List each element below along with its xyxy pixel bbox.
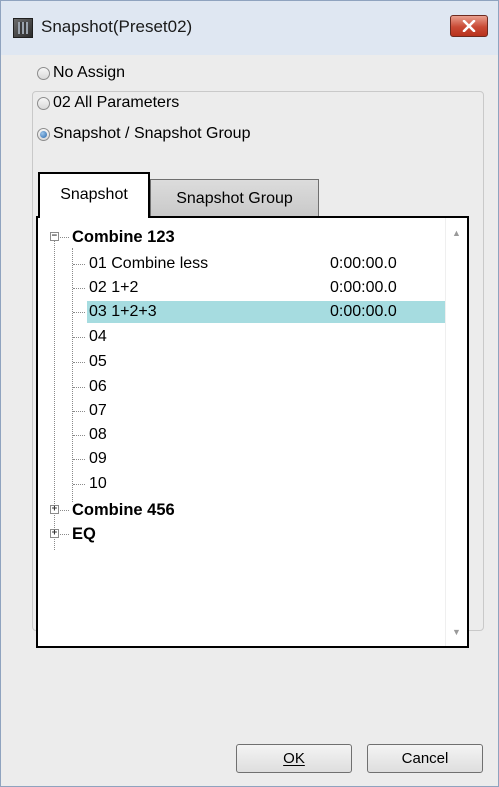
snapshot-time: 0:00:00.0: [330, 279, 397, 296]
tab-join: [40, 212, 148, 219]
radio-icon[interactable]: [37, 66, 50, 80]
tree-group-label: Combine 123: [72, 227, 175, 246]
radio-selected-icon[interactable]: [37, 127, 50, 141]
snapshot-name: 01 Combine less: [89, 255, 209, 272]
tab-label: Snapshot Group: [176, 190, 293, 207]
scroll-up-icon[interactable]: ▲: [446, 222, 467, 243]
cancel-button-label: Cancel: [401, 750, 449, 767]
snapshot-name: 10: [89, 475, 107, 492]
tree-group-eq[interactable]: + EQ: [38, 523, 458, 545]
tree-item[interactable]: 06: [38, 376, 445, 398]
tree-group-label: Combine 456: [72, 500, 175, 519]
tree-line: [73, 312, 85, 313]
snapshot-name: 03 1+2+3: [89, 303, 157, 320]
radio-snapshot-group[interactable]: Snapshot / Snapshot Group: [37, 123, 255, 145]
tree-item[interactable]: 01 Combine less 0:00:00.0: [38, 253, 445, 275]
ok-button[interactable]: OK: [236, 744, 352, 773]
tab-label: Snapshot: [60, 186, 128, 203]
snapshot-tree[interactable]: − Combine 123 01 Combine less 0:00:00.0 …: [36, 216, 469, 648]
tree-line: [73, 362, 85, 363]
snapshot-name: 04: [89, 328, 107, 345]
tree-line: [60, 510, 69, 511]
tree-item[interactable]: 07: [38, 400, 445, 422]
close-icon: [462, 20, 476, 32]
snapshot-name: 05: [89, 353, 107, 370]
ok-button-label: OK: [283, 750, 305, 767]
tree-item-selected[interactable]: 03 1+2+3 0:00:00.0: [38, 301, 445, 323]
snapshot-name: 06: [89, 378, 107, 395]
title-bar[interactable]: Snapshot(Preset02): [1, 1, 498, 53]
radio-label: No Assign: [53, 64, 126, 81]
tree-line: [73, 264, 85, 265]
tree-item[interactable]: 02 1+2 0:00:00.0: [38, 277, 445, 299]
snapshot-time: 0:00:00.0: [330, 303, 397, 320]
scroll-down-icon[interactable]: ▼: [446, 621, 467, 642]
tree-line: [73, 337, 85, 338]
tree-line: [73, 411, 85, 412]
app-icon: [13, 18, 33, 38]
snapshot-name: 09: [89, 450, 107, 467]
snapshot-name: 07: [89, 402, 107, 419]
snapshot-name: 02 1+2: [89, 279, 139, 296]
close-button[interactable]: [450, 15, 488, 37]
tree-item[interactable]: 08: [38, 424, 445, 446]
snapshot-name: 08: [89, 426, 107, 443]
collapse-icon[interactable]: −: [50, 232, 59, 241]
tree-line: [60, 237, 69, 238]
tree-item[interactable]: 05: [38, 351, 445, 373]
tree-item[interactable]: 09: [38, 448, 445, 470]
tree-item[interactable]: 10: [38, 473, 445, 495]
tree-line: [73, 387, 85, 388]
expand-icon[interactable]: +: [50, 529, 59, 538]
tree-item[interactable]: 04: [38, 326, 445, 348]
tree-group-combine-123[interactable]: − Combine 123: [38, 226, 458, 248]
tree-line: [73, 484, 85, 485]
radio-no-assign[interactable]: No Assign: [37, 62, 125, 84]
tree-group-label: EQ: [72, 524, 96, 543]
window-title: Snapshot(Preset02): [41, 17, 193, 36]
snapshot-time: 0:00:00.0: [330, 255, 397, 272]
vertical-scrollbar[interactable]: ▲ ▼: [445, 218, 467, 646]
tree-line: [73, 435, 85, 436]
tree-line: [73, 459, 85, 460]
radio-label: Snapshot / Snapshot Group: [53, 125, 251, 142]
tree-line: [60, 534, 69, 535]
tree-line: [73, 288, 85, 289]
cancel-button[interactable]: Cancel: [367, 744, 483, 773]
tree-group-combine-456[interactable]: + Combine 456: [38, 499, 458, 521]
expand-icon[interactable]: +: [50, 505, 59, 514]
tab-snapshot-group[interactable]: Snapshot Group: [150, 179, 319, 218]
